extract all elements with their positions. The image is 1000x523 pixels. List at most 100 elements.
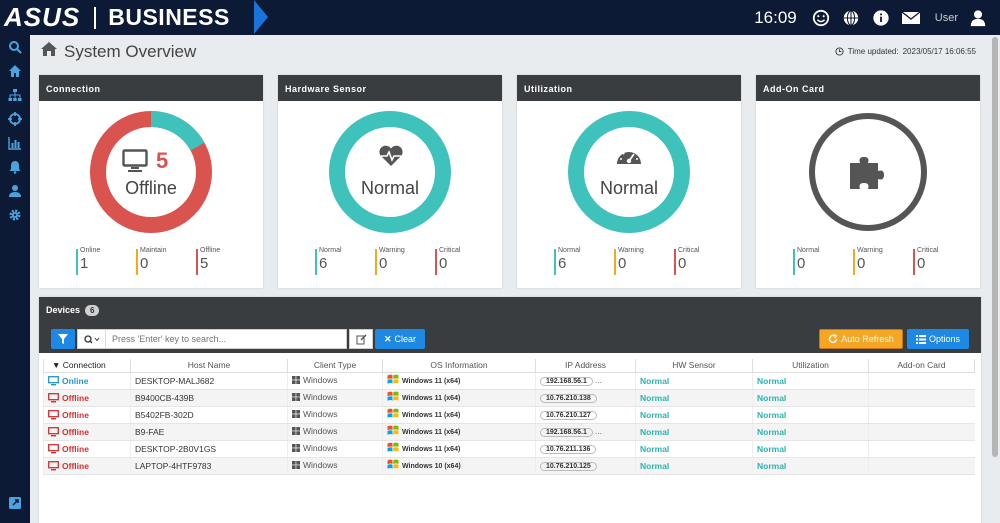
add-on-card — [868, 372, 975, 390]
ip-pill[interactable]: 192.168.56.1 — [540, 377, 593, 386]
column-header-hw-sensor[interactable]: HW Sensor — [635, 359, 753, 373]
table-row[interactable]: Offline DESKTOP-2B0V1GS Windows Windows … — [43, 440, 975, 458]
hardware-sensor-card[interactable]: Hardware Sensor Normal Normal 6 Warning 0 … — [278, 75, 502, 288]
table-row[interactable]: Offline B5402FB-302D Windows Windows 11 … — [43, 406, 975, 424]
column-header-add-on-card[interactable]: Add-on Card — [868, 359, 975, 373]
clear-button[interactable]: ✕ Clear — [375, 329, 425, 349]
home-icon — [40, 41, 58, 62]
crosshair-icon[interactable] — [0, 107, 30, 131]
table-row[interactable]: Online DESKTOP-MALJ682 Windows Windows 1… — [43, 372, 975, 390]
legend-offline: Offline 5 — [196, 247, 256, 275]
os-information: Windows 10 (x64) — [382, 457, 536, 475]
search-scope-dropdown[interactable] — [78, 330, 106, 348]
smiley-icon[interactable] — [811, 8, 831, 28]
device-search-input[interactable] — [106, 334, 306, 344]
user-label[interactable]: User — [935, 12, 958, 24]
ip-pill[interactable]: 192.168.56.1 — [540, 428, 593, 437]
connection-label: Offline — [62, 460, 89, 471]
os-label: Windows 11 (x64) — [402, 428, 461, 436]
ip-pill[interactable]: 10.76.210.127 — [540, 411, 597, 420]
connection-status: Offline — [48, 427, 126, 437]
options-label: Options — [928, 334, 961, 344]
table-row[interactable]: Offline B9400CB-439B Windows Windows 11 … — [43, 389, 975, 407]
hw-sensor: Normal — [635, 440, 753, 458]
export-icon[interactable] — [0, 491, 30, 515]
ip-pill[interactable]: 10.76.210.125 — [540, 462, 597, 471]
home-icon[interactable] — [0, 59, 30, 83]
filter-icon — [58, 334, 68, 344]
legend-normal: Normal 6 — [554, 247, 614, 275]
brand-arrow — [254, 0, 268, 34]
devices-header: Devices 6 — [39, 297, 981, 323]
ip-address: 10.76.210.125 — [535, 457, 636, 475]
os-information: Windows 11 (x64) — [382, 372, 536, 390]
filter-button[interactable] — [51, 329, 75, 349]
edit-query-button[interactable] — [349, 329, 373, 349]
connection-center: 5 — [122, 148, 168, 174]
column-header-ip-address[interactable]: IP Address — [535, 359, 636, 373]
page-scrollbar[interactable] — [990, 35, 1000, 523]
heartbeat-icon — [379, 145, 403, 166]
auto-refresh-button[interactable]: Auto Refresh — [819, 329, 903, 349]
ip-pill[interactable]: 10.76.211.136 — [540, 445, 597, 454]
search-icon[interactable] — [0, 35, 30, 59]
ip-more[interactable]: ... — [595, 426, 602, 436]
windows-icon — [292, 392, 300, 403]
os-label: Windows 11 (x64) — [402, 445, 461, 453]
hw-sensor-status: Normal — [640, 426, 670, 437]
user-icon[interactable] — [968, 8, 988, 28]
table-row[interactable]: Offline B9-FAE Windows Windows 11 (x64) … — [43, 423, 975, 441]
globe-icon[interactable] — [841, 8, 861, 28]
hw-sensor: Normal — [635, 457, 753, 475]
legend-normal: Normal 6 — [315, 247, 375, 275]
list-icon — [915, 334, 926, 344]
utilization-center-label: Normal — [599, 178, 658, 198]
utilization-card[interactable]: Utilization Normal Normal 6 Warning 0 Crit… — [517, 75, 741, 288]
client-type: Windows — [287, 389, 383, 407]
windows-flag-icon — [387, 442, 399, 455]
user-icon[interactable] — [0, 179, 30, 203]
business-label: BUSINESS — [108, 4, 230, 30]
column-header-host-name[interactable]: Host Name — [130, 359, 288, 373]
legend-critical: Critical 0 — [674, 247, 734, 275]
column-header-utilization[interactable]: Utilization — [752, 359, 869, 373]
client-type: Windows — [287, 423, 383, 441]
client-type-label: Windows — [303, 392, 338, 403]
table-row[interactable]: Offline LAPTOP-4HTF9783 Windows Windows … — [43, 457, 975, 475]
column-header-os-information[interactable]: OS Information — [382, 359, 536, 373]
connection-status: Offline — [48, 444, 126, 454]
host-name: B9400CB-439B — [130, 389, 288, 407]
card-title: Hardware Sensor — [278, 75, 502, 101]
scrollbar-thumb[interactable] — [992, 37, 998, 457]
clock: 16:09 — [754, 7, 797, 27]
time-updated-value: 2023/05/17 16:06:55 — [902, 47, 976, 56]
ip-more[interactable]: ... — [595, 375, 602, 385]
column-header-connection[interactable]: ▼ Connection — [43, 359, 131, 373]
ip-pill[interactable]: 10.76.210.138 — [540, 394, 597, 403]
connection-card[interactable]: Connection 5 Offline Online 1 Maintain 0 O… — [39, 75, 263, 288]
add-on-card-card[interactable]: Add-On Card Normal 0 Warning 0 Critical 0 — [756, 75, 980, 288]
add-on-card — [868, 423, 975, 441]
legend-critical: Critical 0 — [913, 247, 973, 275]
client-type: Windows — [287, 440, 383, 458]
info-icon[interactable] — [871, 8, 891, 28]
ip-address: 10.76.210.127 — [535, 406, 636, 424]
gear-icon[interactable] — [0, 203, 30, 227]
os-information: Windows 11 (x64) — [382, 406, 536, 424]
ip-address: 10.76.211.136 — [535, 440, 636, 458]
connection-label: Offline — [62, 426, 89, 437]
brand-logo: ASUS BUSINESS — [0, 0, 268, 35]
monitor-icon — [48, 426, 59, 436]
client-type: Windows — [287, 457, 383, 475]
page-header: System Overview — [40, 41, 196, 62]
mail-icon[interactable] — [901, 8, 921, 28]
column-header-client-type[interactable]: Client Type — [287, 359, 383, 373]
chart-icon[interactable] — [0, 131, 30, 155]
sitemap-icon[interactable] — [0, 83, 30, 107]
host-name: DESKTOP-2B0V1GS — [130, 440, 288, 458]
options-button[interactable]: Options — [907, 329, 969, 349]
os-label: Windows 11 (x64) — [402, 377, 461, 385]
client-type: Windows — [287, 372, 383, 390]
bell-icon[interactable] — [0, 155, 30, 179]
utilization-legend: Normal 6 Warning 0 Critical 0 — [554, 247, 734, 275]
